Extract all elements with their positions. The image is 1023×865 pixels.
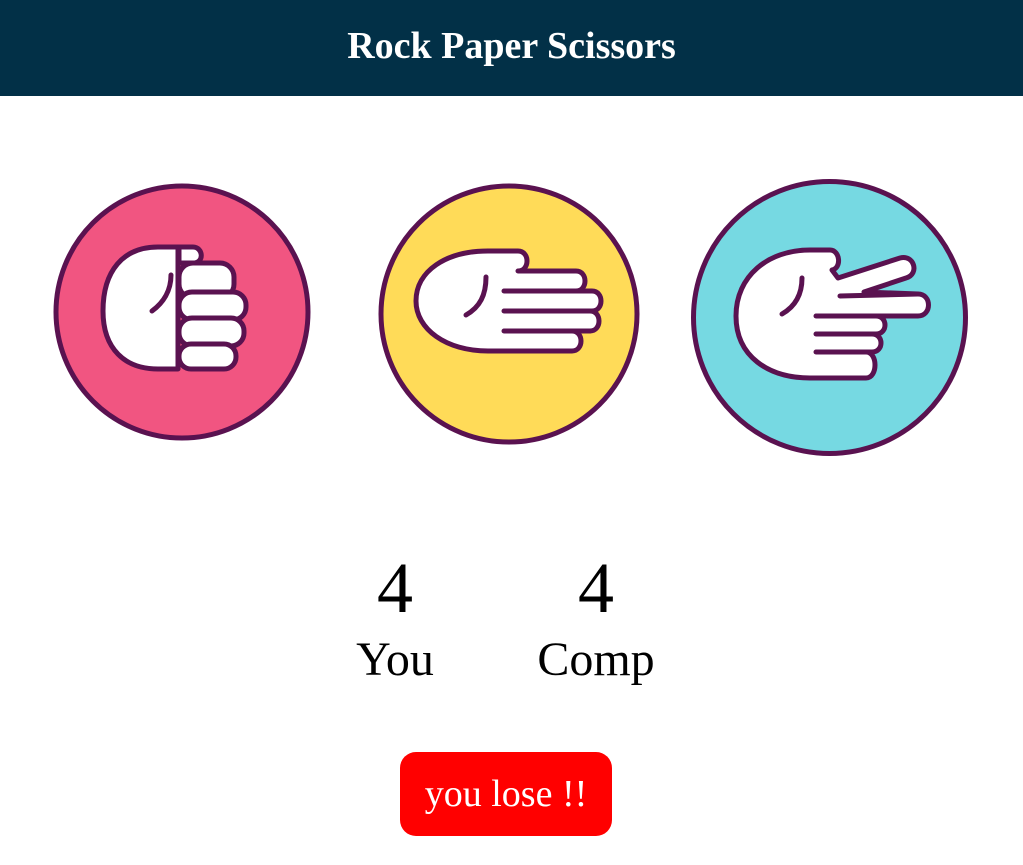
comp-score-value: 4 [578,548,614,628]
scissors-choice-button[interactable] [690,178,969,457]
rock-choice-button[interactable] [53,183,311,441]
page-title: Rock Paper Scissors [347,25,676,67]
user-score: 4 You [335,552,455,688]
paper-choice-button[interactable] [378,183,640,445]
comp-score-label: Comp [537,633,655,686]
result-message: you lose !! [400,752,612,836]
rock-hand-icon [53,183,311,441]
user-score-value: 4 [377,548,413,628]
comp-score: 4 Comp [520,552,672,688]
paper-hand-icon [378,183,640,445]
user-score-label: You [356,633,434,686]
scissors-hand-icon [691,179,968,456]
app-header: Rock Paper Scissors [0,0,1023,96]
